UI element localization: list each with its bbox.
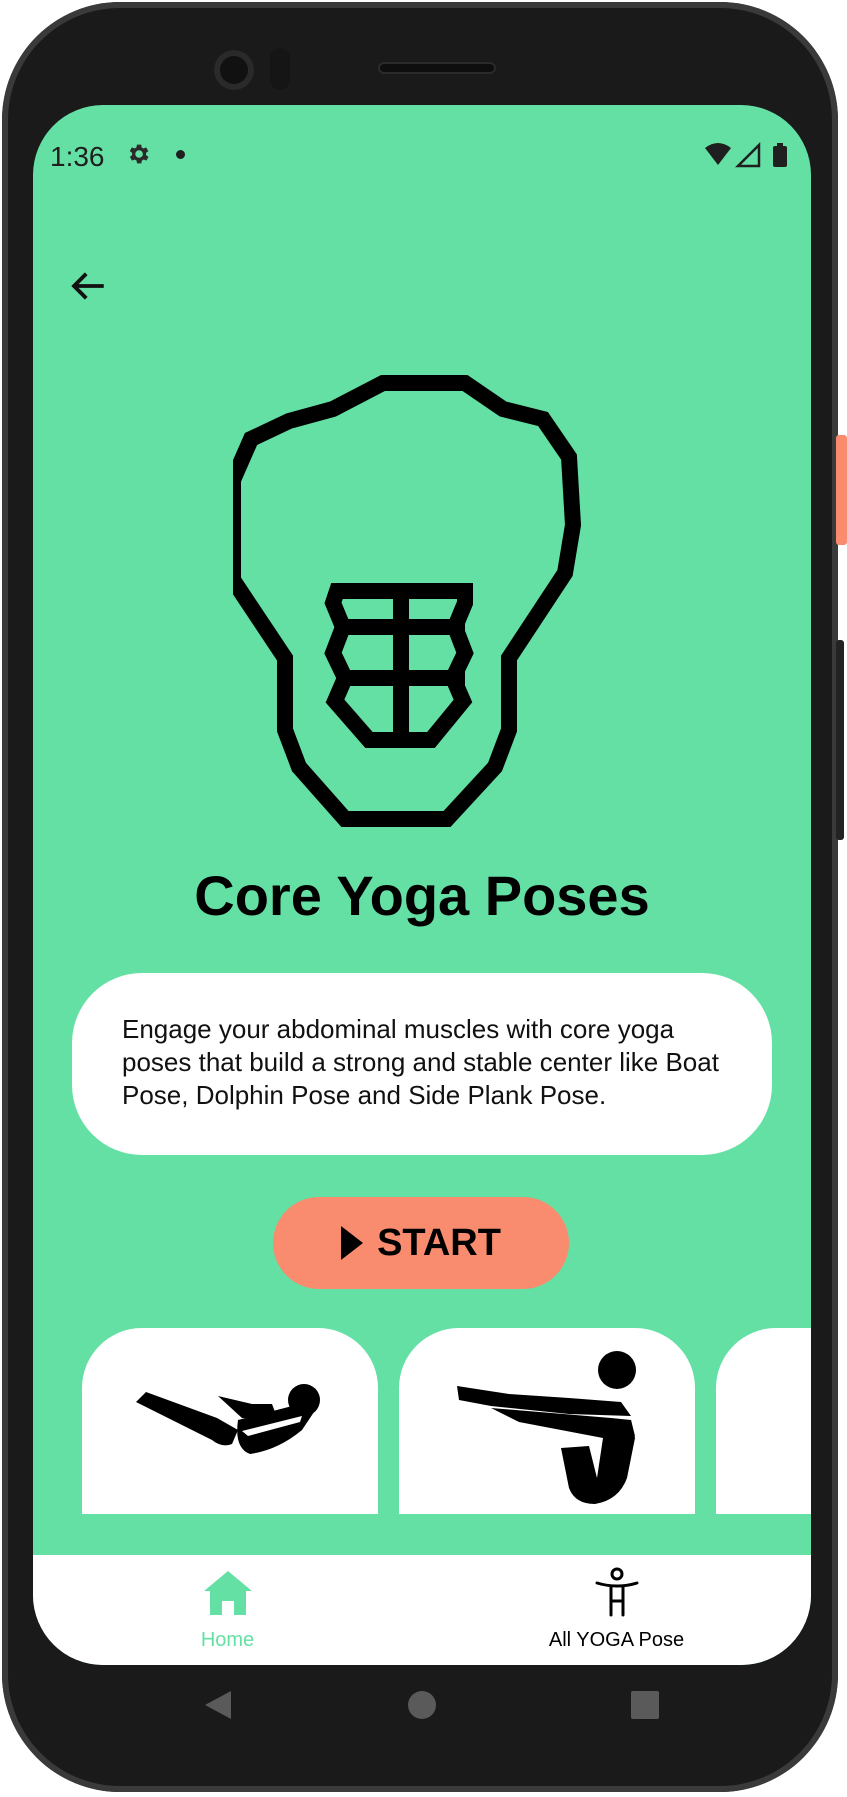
boat-pose-icon — [136, 1384, 320, 1454]
signal-icon — [734, 141, 761, 168]
app-screen: 1:36 Core Yoga Poses Engage your abdomin… — [33, 105, 811, 1665]
back-arrow-icon[interactable] — [67, 265, 109, 307]
home-icon — [203, 1571, 252, 1615]
notification-dot — [176, 150, 185, 159]
start-label: START — [377, 1221, 501, 1264]
battery-icon — [773, 146, 787, 167]
page-title: Core Yoga Poses — [194, 864, 650, 927]
earpiece-speaker — [378, 62, 496, 74]
system-recents-icon — [631, 1691, 659, 1719]
pose-card-navasana[interactable] — [399, 1328, 695, 1514]
wifi-icon — [705, 143, 731, 165]
pose-carousel[interactable] — [33, 1328, 811, 1514]
sensor — [270, 48, 290, 90]
front-camera — [214, 50, 254, 90]
core-muscle-icon — [233, 375, 582, 827]
volume-button — [836, 640, 844, 840]
gear-icon — [129, 144, 149, 164]
start-button[interactable]: START — [273, 1197, 569, 1289]
navasana-pose-icon — [457, 1351, 636, 1504]
person-icon — [595, 1567, 638, 1617]
nav-label-home: Home — [200, 1629, 255, 1651]
status-time: 1:36 — [50, 141, 105, 172]
status-bar: 1:36 — [33, 105, 811, 201]
phone-device: 1:36 Core Yoga Poses Engage your abdomin… — [0, 0, 847, 1797]
description-card: Engage your abdominal muscles with core … — [72, 973, 772, 1155]
system-home-icon — [408, 1691, 436, 1719]
pose-card-boat[interactable] — [82, 1328, 378, 1514]
power-button — [836, 435, 847, 545]
system-back-icon — [205, 1691, 231, 1719]
pose-card-next[interactable] — [716, 1328, 811, 1514]
play-icon — [341, 1226, 364, 1260]
nav-label-all-yoga-pose: All YOGA Pose — [548, 1629, 685, 1651]
system-navigation — [33, 1665, 811, 1745]
description-text: Engage your abdominal muscles with core … — [122, 1014, 719, 1110]
nav-item-all-yoga-pose[interactable]: All YOGA Pose — [422, 1555, 811, 1665]
bottom-navigation: Home All YOGA Pose — [33, 1555, 811, 1665]
nav-item-home[interactable]: Home — [33, 1555, 422, 1665]
status-icons — [705, 141, 787, 168]
